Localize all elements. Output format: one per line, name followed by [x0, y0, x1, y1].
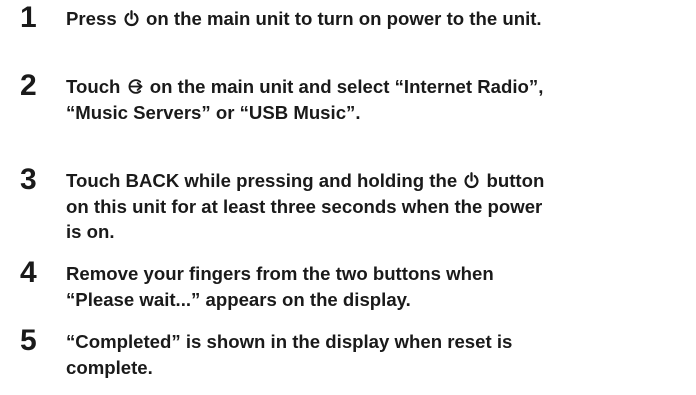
- reset-instructions: 1 Press on the main unit to turn on powe…: [0, 0, 696, 395]
- step-number: 1: [20, 1, 37, 34]
- step-text-part: on this unit for at least three seconds …: [66, 195, 543, 217]
- step-text-part: on the main unit and select “Internet Ra…: [149, 76, 544, 97]
- power-icon: [123, 10, 140, 27]
- step-text-part: “Completed” is shown in the display when…: [66, 331, 513, 352]
- step-text-part: Press: [66, 8, 117, 29]
- power-icon: [463, 172, 480, 189]
- step-text: “Completed” is shown in the display when…: [66, 329, 694, 380]
- input-source-icon: [127, 78, 144, 95]
- step-text-part: is on.: [66, 221, 115, 242]
- step-text-part: on the main unit to turn on power to the…: [146, 8, 542, 29]
- step-number: 3: [20, 163, 37, 196]
- step-number: 2: [20, 69, 37, 102]
- step-text-part: “Music Servers” or “USB Music”.: [66, 101, 361, 123]
- step-text-part: button: [486, 170, 545, 191]
- step-text-part: complete.: [66, 356, 153, 378]
- step-text-part: Touch BACK while pressing and holding th…: [66, 170, 458, 191]
- step-number: 5: [20, 324, 37, 357]
- step-text: Touch BACK while pressing and holding th…: [66, 168, 694, 245]
- step-text-part: “Please wait...” appears on the display.: [66, 288, 411, 310]
- step-text: Remove your fingers from the two buttons…: [66, 261, 694, 312]
- step-number: 4: [20, 256, 37, 289]
- step-text: Press on the main unit to turn on power …: [66, 6, 694, 32]
- step-text-part: Remove your fingers from the two buttons…: [66, 263, 494, 284]
- step-text: Touch on the main unit and select “Inter…: [66, 74, 694, 125]
- step-text-part: Touch: [66, 76, 121, 97]
